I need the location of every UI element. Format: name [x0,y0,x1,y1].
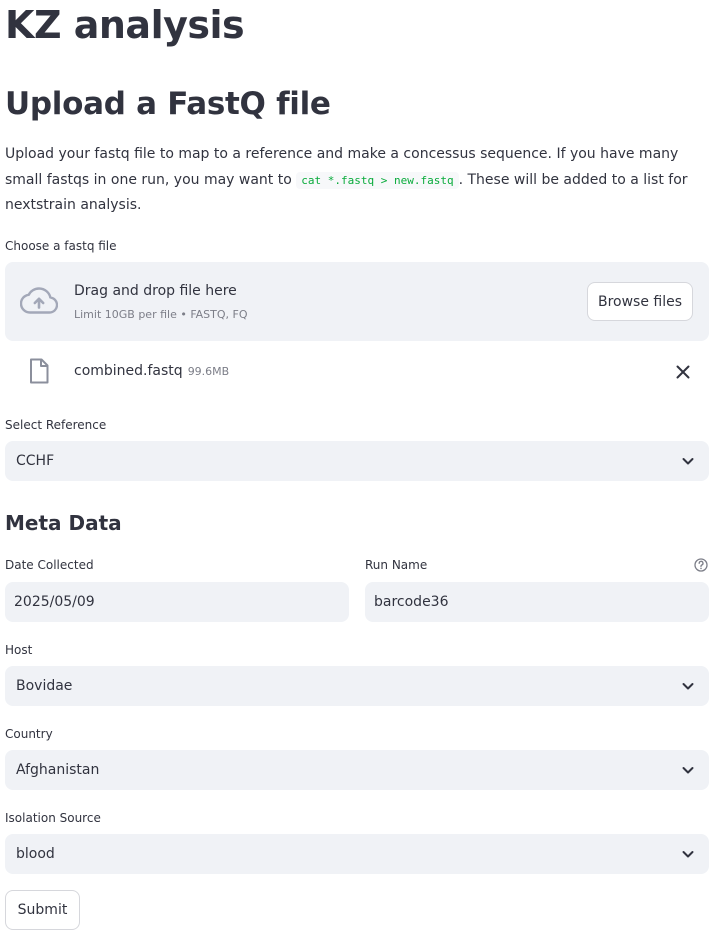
isolation-source-label: Isolation Source [5,811,101,825]
submit-button[interactable]: Submit [5,890,80,930]
intro-paragraph: Upload your fastq file to map to a refer… [5,142,709,219]
intro-code-snippet: cat *.fastq > new.fastq [296,171,459,189]
run-name-value: barcode36 [374,594,449,610]
uploaded-file-name-row: combined.fastq 99.6MB [74,362,229,381]
chevron-down-icon [682,683,694,690]
run-name-field[interactable]: barcode36 [365,582,709,622]
country-select[interactable]: Afghanistan [5,750,709,790]
browse-files-button[interactable]: Browse files [587,282,693,321]
date-collected-value: 2025/05/09 [14,594,95,610]
dropzone-title: Drag and drop file here [74,283,237,299]
country-select-value: Afghanistan [16,762,100,778]
chevron-down-icon [682,767,694,774]
file-dropzone[interactable]: Drag and drop file here Limit 10GB per f… [5,262,709,341]
date-collected-field[interactable]: 2025/05/09 [5,582,349,622]
uploaded-file-name: combined.fastq [74,363,183,379]
host-select[interactable]: Bovidae [5,666,709,706]
page-title: KZ analysis [5,3,245,47]
reference-select[interactable]: CCHF [5,441,709,481]
reference-select-value: CCHF [16,453,55,469]
file-icon [30,358,49,384]
metadata-title: Meta Data [5,511,122,535]
uploaded-file-size: 99.6MB [187,365,230,378]
date-collected-label: Date Collected [5,558,94,572]
section-title: Upload a FastQ file [5,86,331,122]
help-circle-icon[interactable] [694,558,708,572]
host-select-value: Bovidae [16,678,73,694]
country-label: Country [5,727,53,741]
chevron-down-icon [682,458,694,465]
dropzone-subtitle: Limit 10GB per file • FASTQ, FQ [74,308,248,321]
cloud-upload-icon [20,287,58,314]
chevron-down-icon [682,851,694,858]
isolation-source-select[interactable]: blood [5,834,709,874]
close-icon[interactable] [673,362,693,382]
uploaded-file-item: combined.fastq 99.6MB [5,352,709,392]
uploader-label: Choose a fastq file [5,239,117,253]
run-name-label: Run Name [365,558,428,572]
isolation-source-select-value: blood [16,846,55,862]
reference-label: Select Reference [5,418,107,432]
host-label: Host [5,643,33,657]
